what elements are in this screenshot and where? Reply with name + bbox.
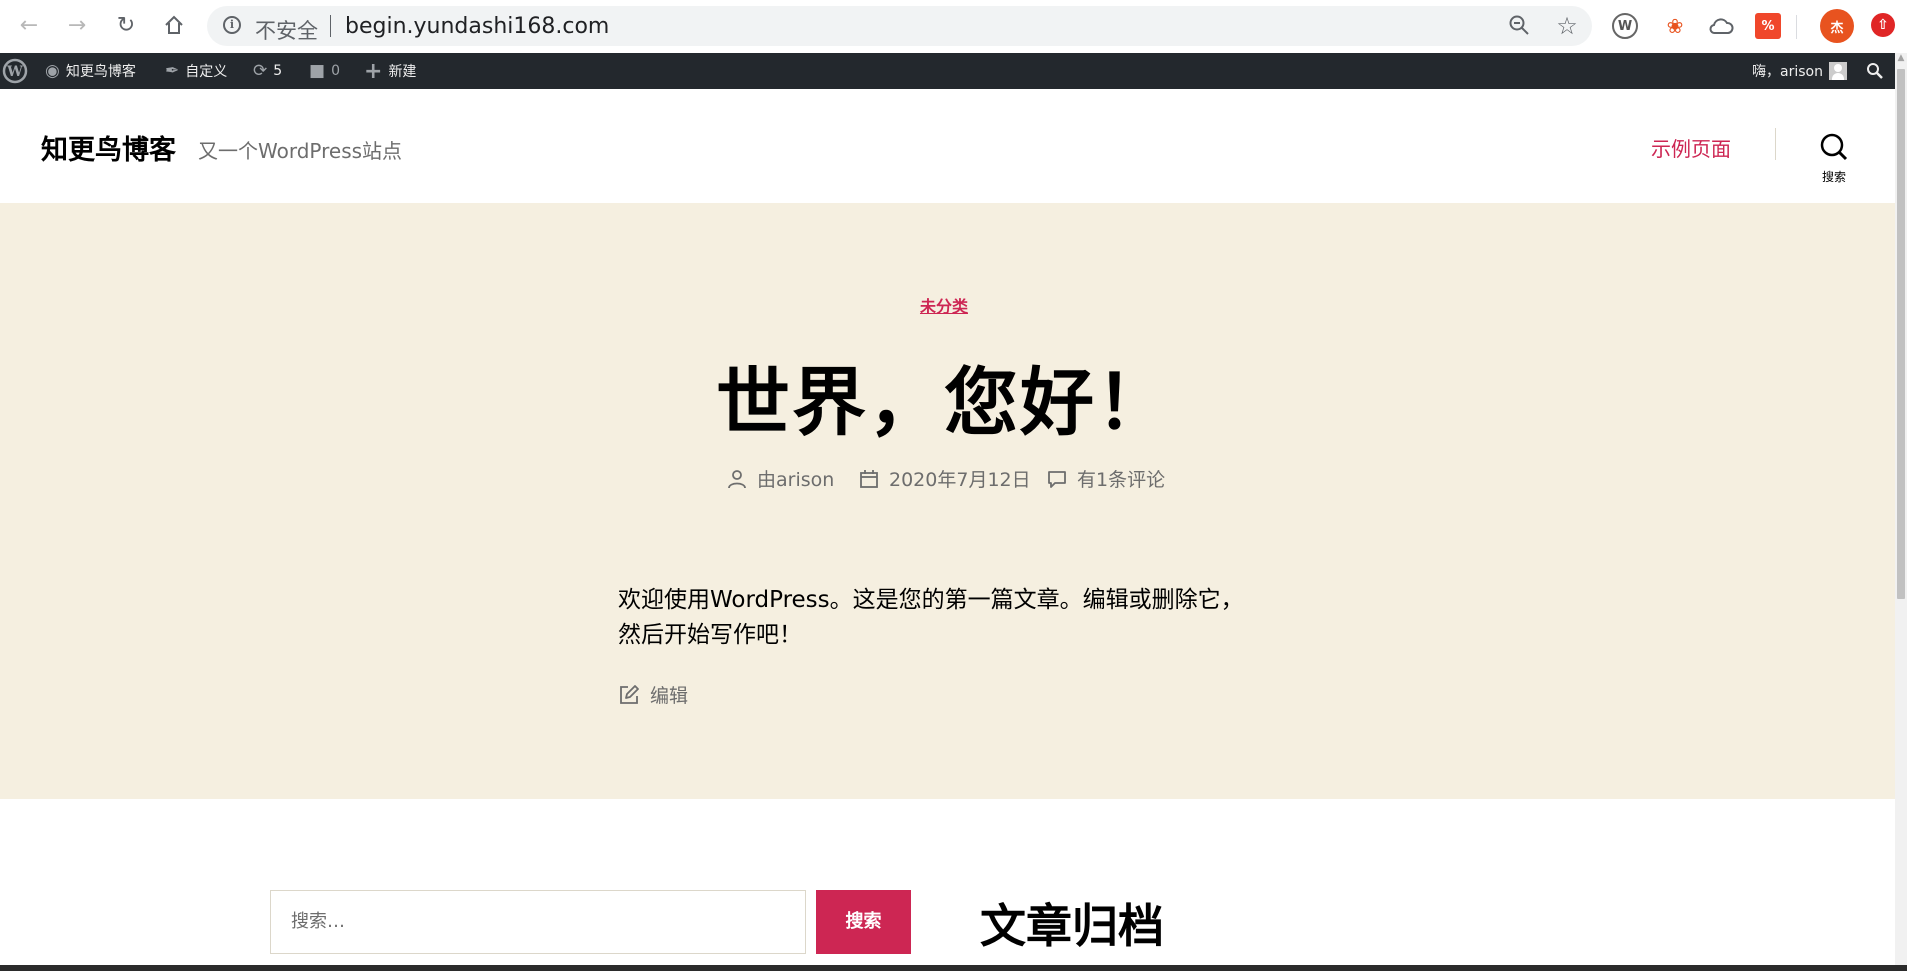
cloud-extension-icon[interactable]	[1708, 13, 1734, 39]
bookmark-star-icon[interactable]: ☆	[1555, 14, 1579, 38]
author-person-icon	[728, 469, 746, 488]
header-divider	[1775, 128, 1776, 160]
customize-label: 自定义	[185, 64, 228, 80]
zoom-out-icon[interactable]	[1507, 14, 1531, 38]
search-icon	[1820, 133, 1848, 161]
extension-flower-icon[interactable]: ❀	[1662, 13, 1688, 39]
search-toggle-button[interactable]: 搜索	[1800, 128, 1868, 188]
wp-logo-icon[interactable]: W	[2, 53, 28, 89]
post-title[interactable]: 世界，您好！	[0, 343, 1888, 450]
admin-bar-new[interactable]: + 新建	[364, 53, 416, 89]
search-toggle-label: 搜索	[1821, 170, 1846, 184]
post-author[interactable]: 由arison	[727, 465, 834, 492]
site-title[interactable]: 知更鸟博客	[41, 128, 176, 167]
comment-bubble-icon: ■	[309, 61, 326, 81]
scrollbar-thumb[interactable]	[1897, 69, 1905, 599]
admin-bar-site-name[interactable]: ◉ 知更鸟博客	[45, 53, 136, 89]
post-content: 欢迎使用WordPress。这是您的第一篇文章。编辑或删除它， 然后开始写作吧！	[618, 583, 1268, 653]
page-scrollbar[interactable]: ▲	[1895, 53, 1907, 971]
admin-bar-site-label: 知更鸟博客	[65, 64, 136, 80]
admin-bar-customize[interactable]: ✒ 自定义	[165, 53, 227, 89]
post-hero: 未分类 世界，您好！ 由arison 2020年7月12日 有1条评论 欢迎使用…	[0, 203, 1895, 799]
home-icon[interactable]	[159, 10, 189, 40]
wp-admin-bar: W ◉ 知更鸟博客 ✒ 自定义 ⟳ 5 ■ 0 + 新建 嗨，arison	[0, 53, 1895, 89]
post-comments-text: 有1条评论	[1077, 469, 1166, 491]
admin-bar-updates[interactable]: ⟳ 5	[253, 53, 282, 89]
user-avatar	[1828, 62, 1847, 80]
info-icon[interactable]: i	[223, 16, 241, 34]
new-label: 新建	[388, 64, 417, 80]
plus-icon: +	[364, 58, 383, 84]
scroll-up-arrow-icon[interactable]: ▲	[1895, 53, 1907, 67]
address-separator	[330, 15, 331, 37]
post-edit-link[interactable]: 编辑	[618, 681, 688, 708]
post-date-text: 2020年7月12日	[889, 469, 1031, 491]
back-arrow-icon[interactable]: ←	[14, 10, 44, 40]
profile-avatar[interactable]: 杰	[1820, 9, 1854, 43]
admin-bar-account[interactable]: 嗨，arison	[1752, 53, 1847, 89]
edit-pencil-icon	[620, 684, 639, 704]
post-content-line-2: 然后开始写作吧！	[618, 622, 802, 648]
dashboard-gauge-icon: ◉	[45, 61, 60, 81]
archive-widget-title: 文章归档	[980, 899, 1164, 953]
updates-count: 5	[273, 63, 283, 79]
url-text[interactable]: begin.yundashi168.com	[345, 14, 609, 39]
window-bottom-edge	[0, 965, 1907, 971]
svg-text:W: W	[6, 64, 23, 80]
translate-extension-icon[interactable]: %	[1755, 13, 1781, 39]
security-label: 不安全	[255, 19, 318, 43]
post-category-link[interactable]: 未分类	[0, 293, 1888, 317]
calendar-icon	[860, 469, 878, 488]
wordpress-extension-icon[interactable]: W	[1612, 13, 1638, 39]
post-comments-link[interactable]: 有1条评论	[1047, 465, 1165, 492]
address-bar[interactable]: i 不安全 begin.yundashi168.com ☆	[207, 6, 1592, 46]
nav-item-sample-page[interactable]: 示例页面	[1651, 133, 1731, 162]
search-input[interactable]: 搜索…	[270, 890, 806, 954]
post-author-text: 由arison	[757, 469, 835, 491]
browser-chrome: ← → ↻ i 不安全 begin.yundashi168.com ☆ W ❀ …	[0, 0, 1907, 53]
site-description: 又一个WordPress站点	[198, 139, 403, 163]
forward-arrow-icon[interactable]: →	[62, 10, 92, 40]
post-date[interactable]: 2020年7月12日	[859, 465, 1031, 492]
update-arrow-icon[interactable]: ⇧	[1871, 13, 1895, 37]
comment-icon	[1048, 470, 1066, 488]
edit-label: 编辑	[650, 685, 689, 707]
toolbar-divider	[1796, 15, 1797, 39]
updates-refresh-icon: ⟳	[253, 61, 268, 81]
reload-icon[interactable]: ↻	[111, 10, 141, 40]
greeting-text: 嗨，arison	[1752, 64, 1823, 80]
comments-count: 0	[331, 63, 340, 79]
post-content-line-1: 欢迎使用WordPress。这是您的第一篇文章。编辑或删除它，	[618, 587, 1244, 613]
admin-bar-search-icon[interactable]	[1866, 53, 1884, 89]
admin-bar-comments[interactable]: ■ 0	[309, 53, 340, 89]
paintbrush-icon: ✒	[165, 61, 180, 81]
search-submit-button[interactable]: 搜索	[816, 890, 911, 954]
